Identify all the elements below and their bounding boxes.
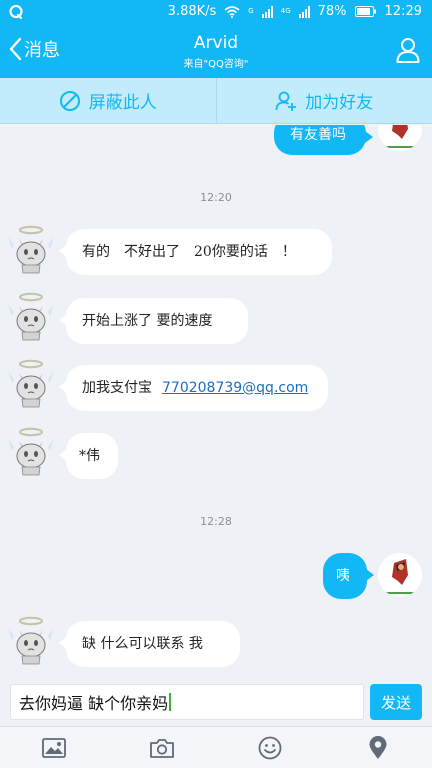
qq-status-icon: [9, 4, 23, 20]
stranger-action-bar: 屏蔽此人 加为好友: [0, 78, 432, 124]
battery-percent: 78%: [317, 4, 347, 19]
angel-cat-avatar: [8, 359, 54, 408]
contact-avatar[interactable]: [6, 221, 56, 277]
signal-bars-icon: [298, 5, 310, 18]
status-bar: 3.88K/s G 4G 78% 12:29: [0, 0, 432, 24]
angel-cat-avatar: [8, 225, 54, 274]
timestamp: 12:28: [200, 515, 232, 528]
emoji-icon: [258, 736, 282, 759]
profile-button[interactable]: [396, 37, 420, 67]
contact-avatar[interactable]: [6, 288, 56, 344]
message-bubble-incoming[interactable]: 开始上涨了 要的速度: [59, 298, 248, 344]
email-link[interactable]: 770208739@qq.com: [162, 380, 308, 397]
camera-icon: [150, 738, 174, 758]
message-list[interactable]: 有友善吗 12:20 有的 不好出了 20你要的话 ！ 开始上涨了 要的速度 加…: [0, 125, 432, 680]
angel-cat-avatar: [8, 427, 54, 476]
location-button[interactable]: [324, 727, 432, 768]
angel-cat-avatar: [8, 616, 54, 665]
title-block: Arvid 来自"QQ咨询": [116, 33, 316, 70]
add-friend-button[interactable]: 加为好友: [215, 78, 432, 123]
add-person-icon: [275, 91, 297, 111]
back-label: 消息: [24, 40, 60, 61]
chat-header: 消息 Arvid 来自"QQ咨询": [0, 24, 432, 78]
contact-avatar[interactable]: [6, 423, 56, 479]
battery-icon: [354, 6, 376, 17]
my-avatar[interactable]: [378, 125, 422, 151]
signal-label-g: G: [248, 7, 254, 15]
back-button[interactable]: 消息: [8, 36, 60, 62]
message-input[interactable]: 去你妈逼 缺个你亲妈: [10, 684, 364, 720]
message-text: 有友善吗: [290, 126, 346, 143]
message-bubble-incoming[interactable]: 加我支付宝 770208739@qq.com: [59, 365, 328, 411]
message-text: *伟: [79, 447, 100, 464]
status-time: 12:29: [384, 4, 422, 19]
contact-source: 来自"QQ咨询": [183, 59, 249, 70]
signal-label-4g: 4G: [280, 7, 291, 15]
chevron-left-icon: [9, 37, 22, 61]
avatar-image: [378, 553, 422, 597]
timestamp: 12:20: [200, 191, 232, 204]
message-bubble-incoming[interactable]: 有的 不好出了 20你要的话 ！: [59, 229, 332, 275]
avatar-image: [378, 125, 422, 151]
wifi-icon: [224, 5, 240, 18]
message-text: 咦: [336, 567, 350, 584]
text-caret: [169, 693, 172, 711]
block-icon: [59, 90, 80, 111]
image-icon: [42, 737, 66, 758]
message-input-value: 去你妈逼 缺个你亲妈: [19, 694, 169, 713]
message-bubble-outgoing[interactable]: 有友善吗: [274, 125, 373, 155]
message-bubble-incoming[interactable]: *伟: [59, 433, 118, 479]
message-bubble-outgoing[interactable]: 咦: [323, 553, 374, 599]
message-text: 有的 不好出了 20你要的话 ！: [82, 243, 296, 260]
network-speed: 3.88K/s: [167, 4, 217, 19]
block-user-button[interactable]: 屏蔽此人: [0, 78, 216, 123]
contact-avatar[interactable]: [6, 612, 56, 668]
contact-avatar[interactable]: [6, 355, 56, 411]
my-avatar[interactable]: [378, 553, 422, 597]
emoji-button[interactable]: [216, 727, 324, 768]
camera-button[interactable]: [108, 727, 216, 768]
location-icon: [369, 735, 387, 759]
signal-bars-icon: [261, 5, 273, 18]
add-friend-label: 加为好友: [305, 93, 374, 113]
send-button[interactable]: 发送: [370, 684, 422, 720]
block-user-label: 屏蔽此人: [88, 93, 157, 113]
contact-name: Arvid: [193, 33, 239, 53]
message-bubble-incoming[interactable]: 缺 什么可以联系 我: [59, 621, 240, 667]
person-icon: [396, 38, 420, 63]
message-text: 缺 什么可以联系 我: [82, 635, 203, 652]
angel-cat-avatar: [8, 292, 54, 341]
message-text: 开始上涨了 要的速度: [82, 312, 213, 329]
image-button[interactable]: [0, 727, 108, 768]
message-text: 加我支付宝: [82, 379, 152, 396]
composer: 去你妈逼 缺个你亲妈 发送: [0, 680, 432, 726]
composer-toolbar: [0, 726, 432, 768]
